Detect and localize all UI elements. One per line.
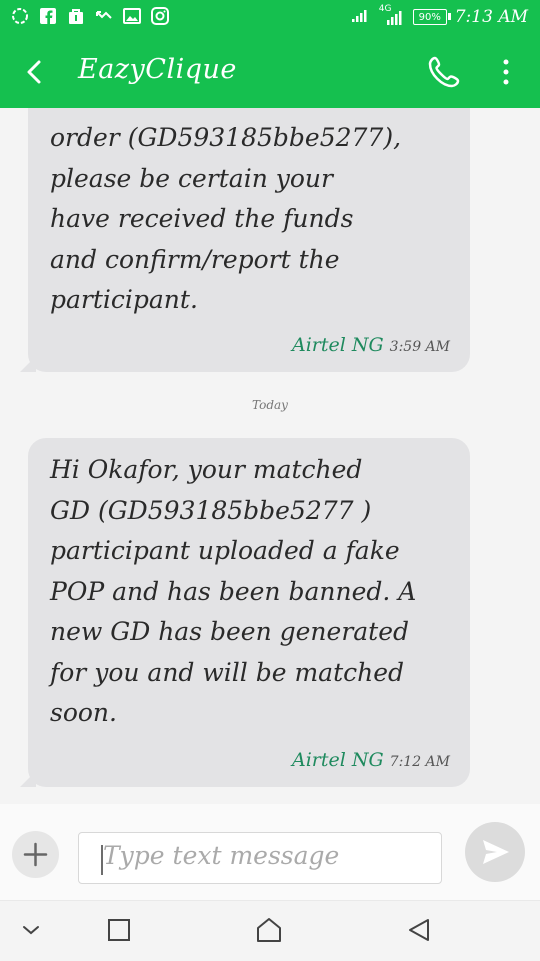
- message-time: 3:59 AM: [389, 339, 450, 355]
- call-button[interactable]: [426, 54, 462, 90]
- bag-icon: [66, 6, 86, 26]
- message-time: 7:12 AM: [389, 754, 450, 770]
- message-meta: Airtel NG 3:59 AM: [292, 334, 450, 356]
- app-bar: EazyClique: [0, 36, 540, 108]
- bubble-tail: [20, 771, 36, 787]
- triangle-back-icon: [409, 919, 429, 941]
- message-input[interactable]: Type text message: [78, 832, 442, 884]
- status-right: 4G 90% 7:13 AM: [351, 4, 528, 28]
- status-bar: 4G 90% 7:13 AM: [0, 0, 540, 36]
- phone-icon: [428, 56, 460, 88]
- message-text: order (GD593185bbe5277), please be certa…: [50, 123, 402, 314]
- more-options-button[interactable]: [496, 54, 516, 90]
- message-sender: Airtel NG: [291, 749, 384, 771]
- composer-bar: Type text message: [0, 804, 540, 900]
- battery-icon: 90%: [412, 9, 451, 25]
- network-type-label: 4G: [378, 4, 392, 14]
- status-time: 7:13 AM: [454, 7, 528, 27]
- system-navigation-bar: [0, 900, 540, 961]
- signal-icon: [351, 7, 371, 28]
- send-button[interactable]: [465, 822, 525, 882]
- missed-call-icon: [94, 6, 114, 26]
- message-sender: Airtel NG: [291, 334, 384, 356]
- signal-4g-icon: 4G: [379, 4, 405, 26]
- square-icon: [108, 919, 130, 941]
- send-icon: [483, 840, 509, 864]
- sync-icon: [10, 6, 30, 26]
- attach-button[interactable]: [12, 831, 59, 878]
- bubble-tail: [20, 356, 36, 372]
- home-icon: [257, 918, 281, 942]
- notification-icons: [10, 6, 170, 26]
- message-bubble[interactable]: order (GD593185bbe5277), please be certa…: [20, 108, 470, 372]
- recents-button[interactable]: [104, 915, 134, 945]
- home-button[interactable]: [254, 915, 284, 945]
- date-separator: Today: [252, 398, 288, 412]
- message-thread[interactable]: order (GD593185bbe5277), please be certa…: [0, 108, 540, 804]
- message-text: Hi Okafor, your matched GD (GD593185bbe5…: [50, 455, 417, 727]
- more-vertical-icon: [503, 59, 509, 85]
- chevron-left-icon: [27, 60, 41, 84]
- chevron-down-icon: [23, 926, 39, 935]
- message-bubble[interactable]: Hi Okafor, your matched GD (GD593185bbe5…: [20, 438, 470, 787]
- plus-icon: [23, 842, 48, 867]
- battery-level: 90%: [418, 11, 441, 23]
- message-meta: Airtel NG 7:12 AM: [292, 749, 450, 771]
- image-icon: [122, 6, 142, 26]
- back-button[interactable]: [20, 56, 50, 88]
- instagram-icon: [150, 6, 170, 26]
- conversation-title: EazyClique: [78, 54, 237, 85]
- message-input-placeholder: Type text message: [103, 841, 340, 870]
- collapse-button[interactable]: [16, 915, 46, 945]
- facebook-icon: [38, 6, 58, 26]
- back-nav-button[interactable]: [404, 915, 434, 945]
